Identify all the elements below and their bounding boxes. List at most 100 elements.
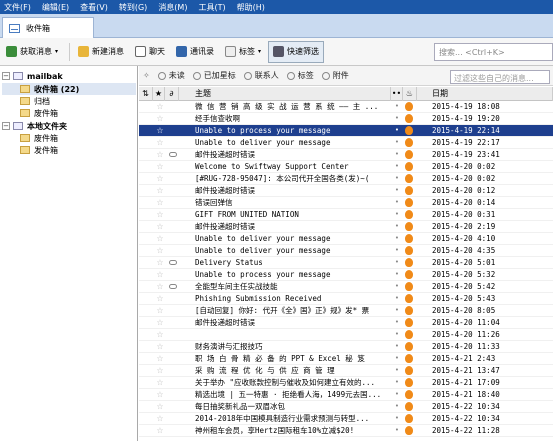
junk-flame-icon[interactable] [405,222,413,231]
read-column-icon[interactable]: •• [391,87,403,101]
junk-flame-icon[interactable] [405,414,413,423]
junk-flame-icon[interactable] [405,342,413,351]
pin-icon[interactable]: ✧ [143,71,150,80]
tree-folder-inbox[interactable]: 收件箱 (22) [2,83,136,95]
star-icon[interactable]: ☆ [155,341,165,352]
collapse-icon[interactable]: − [2,122,10,130]
collapse-icon[interactable]: − [2,72,10,80]
menu-file[interactable]: 文件(F) [4,2,31,13]
read-status-icon[interactable]: • [393,353,401,364]
junk-flame-icon[interactable] [405,138,413,147]
star-icon[interactable]: ☆ [155,389,165,400]
message-row[interactable]: ☆ Phishing Submission Received • 2015-4-20 … [139,293,553,305]
star-icon[interactable]: ☆ [155,293,165,304]
read-status-icon[interactable]: • [393,317,401,328]
junk-column-icon[interactable]: ♨ [403,87,417,101]
star-icon[interactable]: ☆ [155,317,165,328]
star-icon[interactable]: ☆ [155,185,165,196]
star-icon[interactable]: ☆ [155,209,165,220]
message-row[interactable]: ☆ • 2015-4-20 11:26 [139,329,553,341]
read-status-icon[interactable]: • [393,305,401,316]
junk-flame-icon[interactable] [405,306,413,315]
read-status-icon[interactable]: • [393,257,401,268]
filter-starred[interactable]: 已加星标 [192,70,236,81]
tree-account-local[interactable]: − 本地文件夹 [2,120,136,132]
star-icon[interactable]: ☆ [155,365,165,376]
message-row[interactable]: ☆ 全能型车间主任实战技能 • 2015-4-20 5:42 [139,281,553,293]
new-message-button[interactable]: 新建消息 [74,41,128,63]
junk-flame-icon[interactable] [405,318,413,327]
message-row[interactable]: ☆ 职 场 白 骨 精 必 备 的 PPT & Excel 秘 笈 • 2015-4-… [139,353,553,365]
message-row[interactable]: ☆ 每日抽奖新礼品一双眉冰包 • 2015-4-22 10:34 [139,401,553,413]
tree-folder-outbox[interactable]: 发件箱 [2,144,136,156]
filter-tags[interactable]: 标签 [286,70,314,81]
junk-flame-icon[interactable] [405,150,413,159]
junk-flame-icon[interactable] [405,174,413,183]
message-row[interactable]: ☆ 错误回弹信 • 2015-4-20 0:14 [139,197,553,209]
chevron-down-icon[interactable]: ▾ [258,48,261,55]
junk-flame-icon[interactable] [405,402,413,411]
message-row[interactable]: ☆ Unable to deliver your message • 2015-4-2… [139,245,553,257]
message-row[interactable]: ☆ [#RUG-728-95047]: 本公司代开全国各类(发)~(• 2015-4… [139,173,553,185]
junk-flame-icon[interactable] [405,102,413,111]
message-row[interactable]: ☆ 邮件投递超时错误 • 2015-4-20 0:12 [139,185,553,197]
thread-column-icon[interactable]: ⇅ [139,87,153,101]
read-status-icon[interactable]: • [393,161,401,172]
message-row[interactable]: ☆ Unable to deliver your message • 2015-4-1… [139,137,553,149]
star-icon[interactable]: ☆ [155,161,165,172]
star-icon[interactable]: ☆ [155,401,165,412]
chat-button[interactable]: 聊天 [131,41,169,63]
chevron-down-icon[interactable]: ▾ [55,48,58,55]
message-row[interactable]: ☆ 神州租车会员，享Hertz国际租车10%立减$20! • 2015-4-22 11… [139,425,553,437]
message-row[interactable]: ☆ 2014-2018年中国模具制造行业需求预测与转型... • 2015-4-22 … [139,413,553,425]
star-icon[interactable]: ☆ [155,245,165,256]
message-row[interactable]: ☆ Unable to process your message • 2015-4-2… [139,269,553,281]
read-status-icon[interactable]: • [393,197,401,208]
junk-flame-icon[interactable] [405,270,413,279]
message-row[interactable]: ☆ GIFT FROM UNITED NATION • 2015-4-20 0:31 [139,209,553,221]
read-status-icon[interactable]: • [393,425,401,436]
filter-unread[interactable]: 未读 [157,70,185,81]
read-status-icon[interactable]: • [393,377,401,388]
star-icon[interactable]: ☆ [155,173,165,184]
tree-account-mailbak[interactable]: − mailbak [2,70,136,82]
junk-flame-icon[interactable] [405,126,413,135]
message-row[interactable]: ☆ [自动回复] 你好: 代开《全》国》正》规》发* 票 • 2015-4-20 8:… [139,305,553,317]
read-status-icon[interactable]: • [393,293,401,304]
junk-flame-icon[interactable] [405,354,413,363]
menu-edit[interactable]: 编辑(E) [42,2,69,13]
star-icon[interactable]: ☆ [155,125,165,136]
address-book-button[interactable]: 通讯录 [172,41,218,63]
message-row[interactable]: ☆ 采 购 流 程 优 化 与 供 应 商 管 理 • 2015-4-21 13:47 [139,365,553,377]
read-status-icon[interactable]: • [393,209,401,220]
star-column-icon[interactable]: ★ [153,87,165,101]
tree-folder-archive[interactable]: 归档 [2,95,136,107]
junk-flame-icon[interactable] [405,246,413,255]
junk-flame-icon[interactable] [405,210,413,219]
star-icon[interactable]: ☆ [155,149,165,160]
menu-tools[interactable]: 工具(T) [198,2,225,13]
star-icon[interactable]: ☆ [155,101,165,112]
star-icon[interactable]: ☆ [155,137,165,148]
star-icon[interactable]: ☆ [155,257,165,268]
read-status-icon[interactable]: • [393,185,401,196]
menu-go[interactable]: 转到(G) [119,2,147,13]
tree-folder-junk[interactable]: 废件箱 [2,107,136,119]
menu-message[interactable]: 消息(M) [158,2,187,13]
filter-contact[interactable]: 联系人 [243,70,279,81]
star-icon[interactable]: ☆ [155,425,165,436]
tree-folder-local-junk[interactable]: 废件箱 [2,132,136,144]
menu-help[interactable]: 帮助(H) [237,2,265,13]
star-icon[interactable]: ☆ [155,353,165,364]
message-row[interactable]: ☆ 财务演讲与汇报技巧 • 2015-4-20 11:33 [139,341,553,353]
junk-flame-icon[interactable] [405,186,413,195]
read-status-icon[interactable]: • [393,365,401,376]
star-icon[interactable]: ☆ [155,329,165,340]
tab-inbox[interactable]: 收件箱 [2,17,94,38]
search-input[interactable]: 搜索... <Ctrl+K> [434,43,553,61]
message-row[interactable]: ☆ Welcome to Swiftway Support Center • 2015… [139,161,553,173]
junk-flame-icon[interactable] [405,426,413,435]
message-row[interactable]: ☆ Unable to deliver your message • 2015-4-2… [139,233,553,245]
message-row[interactable]: ☆ 精选出境 | 五一特惠 · 拒绝看人海，1499元去国... • 2015-4-2… [139,389,553,401]
date-column-header[interactable]: 日期 [417,87,553,101]
